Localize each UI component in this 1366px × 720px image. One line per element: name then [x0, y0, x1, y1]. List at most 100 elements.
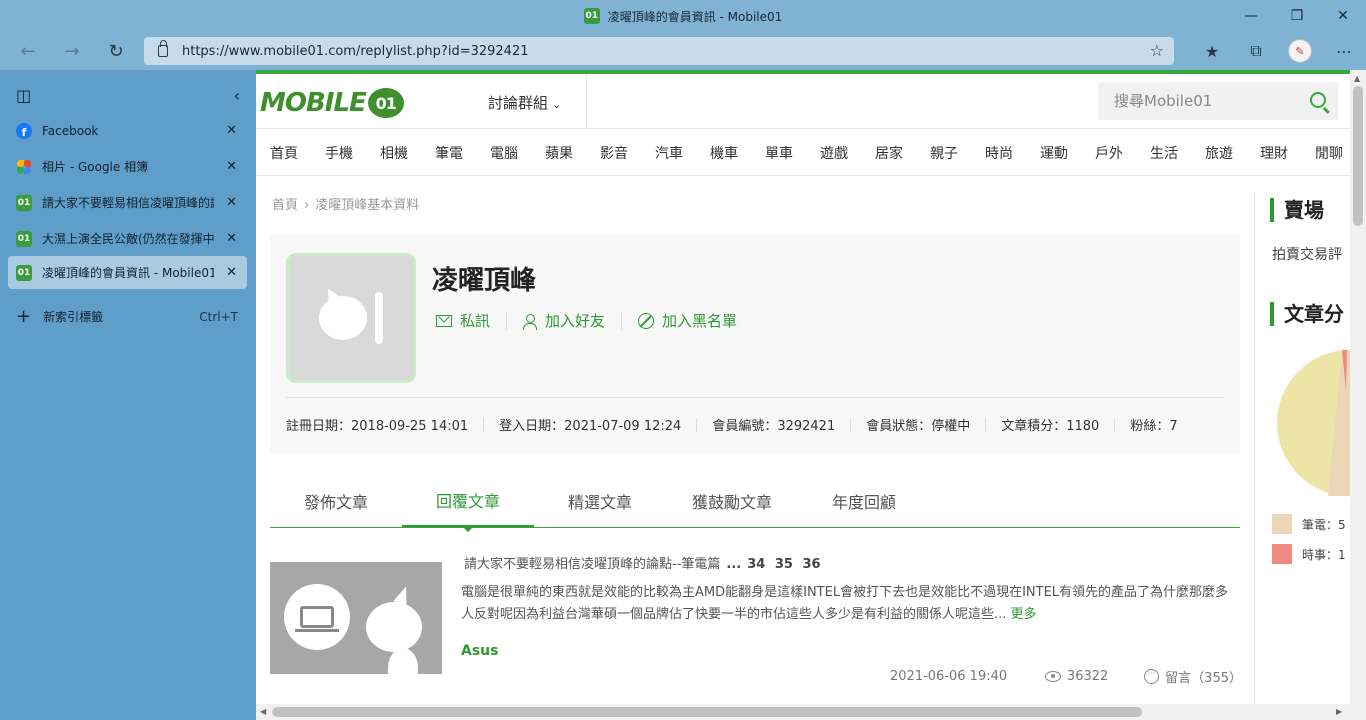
category-link[interactable]: 理財: [1260, 143, 1288, 163]
category-nav: 首頁 手機 相機 筆電 電腦 蘋果 影音 汽車 機車 單車 遊戲 居家 親子 時尚 運動 戶外 生活 旅遊 理財 閒聊: [256, 130, 1350, 176]
profile-actions: 私訊 加入好友 加入黑名單: [436, 310, 737, 331]
block-label: 加入黑名單: [662, 312, 738, 330]
post-comments[interactable]: 留言（355）: [1165, 667, 1242, 686]
post-thumbnail[interactable]: [270, 562, 442, 674]
category-link[interactable]: 閒聊: [1315, 143, 1343, 163]
right-rail-divider: [1254, 192, 1255, 704]
category-link[interactable]: 戶外: [1095, 143, 1123, 163]
block-button[interactable]: 加入黑名單: [638, 310, 737, 331]
vertical-tabs-sidebar: ◫ ‹ f Facebook ✕ 相片 - Google 相簿 ✕ 01 請大家…: [0, 70, 256, 720]
forward-arrow-icon[interactable]: →: [50, 32, 94, 70]
search-icon[interactable]: [1310, 92, 1326, 108]
profile-tabs: 發佈文章 回覆文章 精選文章 獲鼓勵文章 年度回顧: [270, 474, 1240, 532]
close-tab-icon[interactable]: ✕: [226, 159, 237, 174]
legend-item-news: 時事：1: [1272, 544, 1346, 564]
web-page: MOBILE01 討論群組⌄ 首頁 手機 相機 筆電 電腦 蘋果 影音 汽車 機車 單車 遊戲 居家 親…: [256, 70, 1350, 704]
collapse-sidebar-icon[interactable]: ‹: [234, 86, 240, 105]
collections-icon[interactable]: ⧉: [1234, 32, 1278, 70]
sidebar-tab-label: Facebook: [42, 123, 99, 138]
post-title-link[interactable]: 請大家不要輕易相信凌曜頂峰的論點--筆電篇: [464, 557, 720, 572]
scroll-right-icon[interactable]: ▶: [1336, 707, 1342, 716]
profile-tab[interactable]: 獲鼓勵文章: [666, 474, 798, 527]
refresh-icon[interactable]: ↻: [94, 32, 138, 70]
category-link[interactable]: 首頁: [270, 143, 298, 163]
category-link[interactable]: 相機: [380, 143, 408, 163]
category-link[interactable]: 時尚: [985, 143, 1013, 163]
post-meta: 2021-06-06 19:40 36322 ··· 留言（355）: [890, 667, 1242, 686]
post-pages-ellipsis: ...: [726, 557, 742, 572]
category-link[interactable]: 遊戲: [820, 143, 848, 163]
category-link[interactable]: 親子: [930, 143, 958, 163]
restore-icon[interactable]: ❐: [1274, 0, 1320, 32]
back-arrow-icon[interactable]: ←: [6, 32, 50, 70]
sidebar-tab-post-2[interactable]: 01 大濕上演全民公敵(仍然在發揮中 ✕: [8, 222, 247, 255]
sidebar-tab-post-1[interactable]: 01 請大家不要輕易相信凌曜頂峰的論點 ✕: [8, 186, 247, 219]
category-link[interactable]: 運動: [1040, 143, 1068, 163]
action-divider: [621, 311, 623, 330]
google-photos-icon: [16, 159, 32, 175]
add-favorite-icon[interactable]: ☆: [1150, 41, 1164, 60]
category-link[interactable]: 影音: [600, 143, 628, 163]
category-link[interactable]: 居家: [875, 143, 903, 163]
category-link[interactable]: 蘋果: [545, 143, 573, 163]
category-link[interactable]: 手機: [325, 143, 353, 163]
vertical-scroll-thumb[interactable]: [1353, 86, 1363, 226]
search-input[interactable]: [1114, 92, 1294, 110]
address-bar[interactable]: https://www.mobile01.com/replylist.php?i…: [144, 37, 1174, 65]
close-tab-icon[interactable]: ✕: [226, 123, 237, 138]
stat-divider: [850, 417, 852, 432]
new-tab-label: 新索引標籤: [43, 310, 104, 324]
profile-avatar-icon[interactable]: ✎: [1288, 39, 1312, 63]
sidebar-tab-google-photos[interactable]: 相片 - Google 相簿 ✕: [8, 150, 247, 183]
scroll-left-icon[interactable]: ◀: [260, 707, 266, 716]
sidebar-tab-facebook[interactable]: f Facebook ✕: [8, 114, 247, 147]
category-link[interactable]: 汽車: [655, 143, 683, 163]
vertical-scrollbar[interactable]: ▲: [1350, 70, 1366, 704]
lock-icon[interactable]: [158, 40, 168, 57]
category-link[interactable]: 單車: [765, 143, 793, 163]
category-link[interactable]: 電腦: [490, 143, 518, 163]
add-friend-button[interactable]: 加入好友: [523, 310, 605, 331]
header-divider: [586, 74, 587, 129]
message-button[interactable]: 私訊: [436, 310, 490, 331]
scroll-up-icon[interactable]: ▲: [1354, 74, 1360, 83]
category-link[interactable]: 旅遊: [1205, 143, 1233, 163]
breadcrumb-home[interactable]: 首頁: [272, 198, 298, 213]
profile-tab[interactable]: 發佈文章: [270, 474, 402, 527]
post-forum-link[interactable]: Asus: [461, 643, 498, 659]
legend-label: 筆電：5: [1302, 517, 1346, 532]
more-options-icon[interactable]: ⋯: [1322, 32, 1366, 70]
sidebar-tab-label: 請大家不要輕易相信凌曜頂峰的論點: [42, 196, 214, 210]
market-rating-text[interactable]: 拍賣交易評: [1272, 244, 1342, 264]
close-window-icon[interactable]: ✕: [1320, 0, 1366, 32]
minimize-icon[interactable]: —: [1228, 0, 1274, 32]
category-link[interactable]: 機車: [710, 143, 738, 163]
action-divider: [506, 311, 508, 330]
forum-groups-menu[interactable]: 討論群組 ⌄: [488, 92, 561, 113]
legend-swatch: [1272, 544, 1292, 564]
category-link[interactable]: 生活: [1150, 143, 1178, 163]
profile-divider: [286, 397, 1224, 398]
tab-actions-icon[interactable]: ◫: [16, 86, 31, 105]
block-icon: [638, 312, 655, 329]
message-label: 私訊: [460, 312, 491, 330]
favorites-icon[interactable]: ★: [1190, 32, 1234, 70]
close-tab-icon[interactable]: ✕: [226, 265, 237, 280]
profile-tab[interactable]: 年度回顧: [798, 474, 930, 527]
horizontal-scroll-thumb[interactable]: [272, 707, 1142, 717]
mobile01-logo[interactable]: MOBILE 01: [260, 88, 404, 118]
horizontal-scrollbar[interactable]: ◀ ▶: [256, 704, 1366, 720]
sidebar-tab-member-info[interactable]: 01 凌曜頂峰的會員資訊 - Mobile01 ✕: [8, 256, 247, 289]
close-tab-icon[interactable]: ✕: [226, 231, 237, 246]
read-more-link[interactable]: 更多: [1011, 607, 1037, 622]
profile-tab[interactable]: 精選文章: [534, 474, 666, 527]
new-tab-button[interactable]: + 新索引標籤 Ctrl+T: [16, 306, 238, 327]
post-page-links[interactable]: 34 35 36: [747, 557, 820, 572]
profile-tab[interactable]: 回覆文章: [402, 474, 534, 532]
close-tab-icon[interactable]: ✕: [226, 195, 237, 210]
post-excerpt-text: 電腦是很單純的東西就是效能的比較為主AMD能翻身是這樣INTEL會被打下去也是效…: [461, 585, 1229, 622]
chevron-right-icon: ›: [304, 198, 310, 213]
legend-swatch: [1272, 514, 1292, 534]
category-link[interactable]: 筆電: [435, 143, 463, 163]
profile-stats: 註冊日期：2018-09-25 14:01 登入日期：2021-07-09 12:…: [286, 415, 1178, 434]
